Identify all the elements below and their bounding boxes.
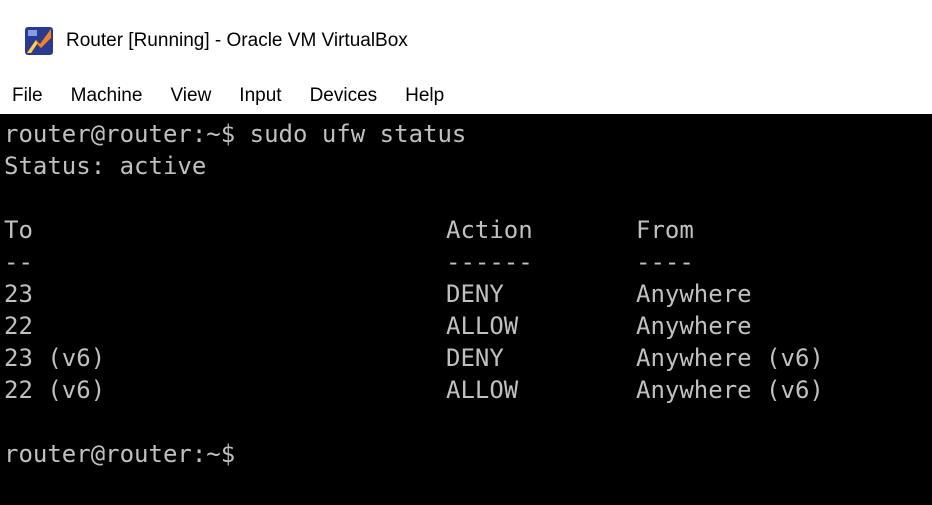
virtualbox-window: Router [Running] - Oracle VM VirtualBox … bbox=[0, 0, 932, 505]
rule-action: DENY bbox=[446, 344, 504, 372]
header-from: From bbox=[636, 216, 694, 244]
header-action: Action bbox=[446, 216, 533, 244]
menu-input[interactable]: Input bbox=[225, 78, 295, 114]
rule-action: ALLOW bbox=[446, 376, 519, 404]
rule-action: DENY bbox=[446, 280, 504, 308]
rule-to: 23 (v6) bbox=[4, 344, 106, 372]
terminal-screen[interactable]: router@router:~$ sudo ufw status Status:… bbox=[0, 114, 932, 505]
rule-to: 23 bbox=[4, 280, 33, 308]
rule-from: Anywhere (v6) bbox=[636, 344, 824, 372]
menu-bar: File Machine View Input Devices Help bbox=[0, 78, 932, 114]
menu-file[interactable]: File bbox=[0, 78, 57, 114]
rule-from: Anywhere bbox=[636, 312, 752, 340]
menu-devices[interactable]: Devices bbox=[296, 78, 392, 114]
rule-to: 22 (v6) bbox=[4, 376, 106, 404]
window-top-edge bbox=[0, 0, 932, 12]
rule-from: Anywhere (v6) bbox=[636, 376, 824, 404]
separator-to: -- bbox=[4, 248, 33, 276]
separator-action: ------ bbox=[446, 248, 533, 276]
separator-from: ---- bbox=[636, 248, 694, 276]
rule-from: Anywhere bbox=[636, 280, 752, 308]
shell-prompt: router@router:~$ bbox=[4, 440, 236, 468]
command-line: router@router:~$ sudo ufw status bbox=[4, 120, 467, 148]
virtualbox-icon bbox=[24, 26, 54, 56]
rule-action: ALLOW bbox=[446, 312, 519, 340]
rule-to: 22 bbox=[4, 312, 33, 340]
status-line: Status: active bbox=[4, 152, 207, 180]
menu-help[interactable]: Help bbox=[391, 78, 458, 114]
window-title: Router [Running] - Oracle VM VirtualBox bbox=[66, 30, 408, 51]
header-to: To bbox=[4, 216, 33, 244]
menu-machine[interactable]: Machine bbox=[57, 78, 157, 114]
title-bar[interactable]: Router [Running] - Oracle VM VirtualBox bbox=[0, 12, 932, 70]
menu-view[interactable]: View bbox=[156, 78, 225, 114]
